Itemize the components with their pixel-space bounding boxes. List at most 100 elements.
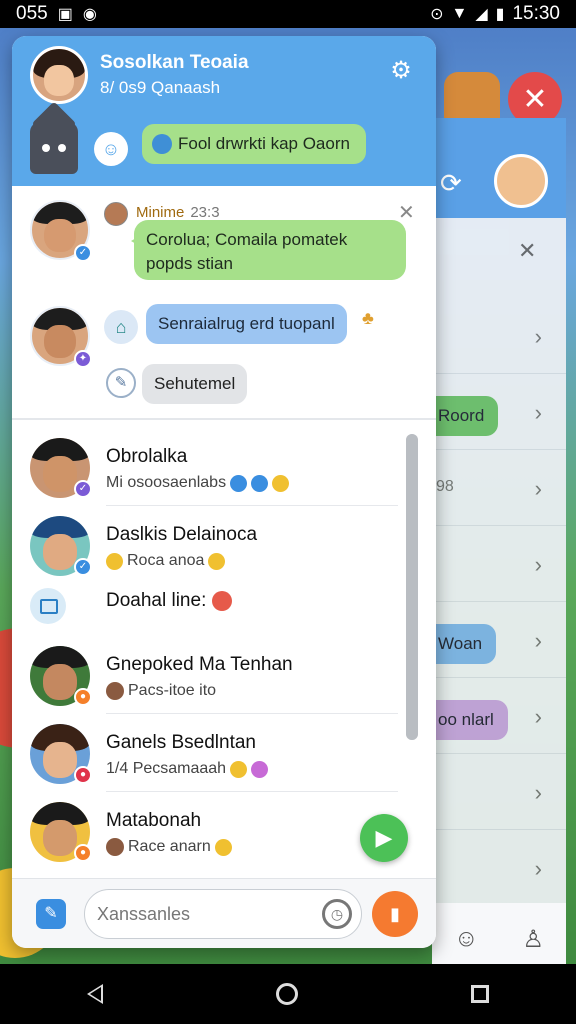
list-item[interactable]: ● Matabonah Race anarn <box>12 792 412 870</box>
message-bubble[interactable]: Corolua; Comaila pomatek popds stian <box>131 220 406 280</box>
emoji-icon <box>272 474 290 492</box>
system-nav-bar <box>0 964 576 1024</box>
chat-area: ✓ Minime 23:3 ✕ Corolua; Comaila pomatek … <box>12 186 436 418</box>
message-bubble[interactable]: Senraialrug erd tuopanl <box>146 304 347 344</box>
sender-name: Minime <box>136 204 185 221</box>
emoji-icon <box>208 552 226 570</box>
composer-bar: ✎ ◷ ▮ <box>12 878 436 948</box>
list-item[interactable]: ● Gnepoked Ma Tenhan Pacs-itoe ito <box>12 636 412 714</box>
bg-row[interactable]: Roord › <box>432 374 566 450</box>
badge-icon: ✦ <box>74 350 92 368</box>
chevron-right-icon: › <box>534 324 542 349</box>
bg-row[interactable]: › <box>432 526 566 602</box>
emoji-icon <box>251 474 269 492</box>
bg-row[interactable]: › <box>432 298 566 374</box>
home-icon: ⌂ <box>104 310 138 344</box>
chevron-right-icon: › <box>534 476 542 501</box>
contact-preview: Mi osoosaenlabs <box>106 474 290 492</box>
status-bar: 055 ▣ ◉ ⊙ ▼ ◢ ▮ 15:30 <box>0 0 576 28</box>
list-item[interactable]: ● Ganels Bsedlntan 1/4 Pecsamaaah <box>12 714 412 792</box>
badge-icon: ✓ <box>74 480 92 498</box>
home-icon[interactable] <box>275 983 298 1005</box>
message-input[interactable] <box>84 889 362 939</box>
chat-card: Sosolkan Teoaia 8/ 0s9 Qanaash ⚙ ☺ Fool … <box>12 36 436 948</box>
header-subtitle: 8/ 0s9 Qanaash <box>100 78 221 97</box>
contact-name: Matabonah <box>106 810 202 831</box>
close-icon[interactable]: ✕ <box>398 200 415 225</box>
bot-house-icon <box>30 122 78 174</box>
chevron-right-icon: › <box>534 704 542 729</box>
bg-pill: Woan <box>432 624 497 664</box>
contact-name: Doahal line: <box>106 590 233 612</box>
chevron-right-icon: › <box>534 856 542 881</box>
send-button[interactable]: ▮ <box>372 891 418 937</box>
avatar <box>106 838 124 856</box>
compose-icon[interactable]: ✎ <box>36 899 66 929</box>
scrollbar-thumb[interactable] <box>406 434 418 740</box>
message-bubble[interactable]: Sehutemel <box>142 364 248 404</box>
avatar <box>104 202 128 226</box>
bg-list-panel: ✕ › Roord › 98 › › Woan › oo nlarl › › › <box>432 218 566 958</box>
contact-name: Daslkis Delainoca <box>106 524 258 545</box>
avatar[interactable] <box>30 46 88 104</box>
user-icon[interactable]: ♙ <box>522 925 544 954</box>
sticker-icon[interactable]: ☺ <box>454 925 479 953</box>
avatar <box>106 682 124 700</box>
back-icon[interactable] <box>86 984 103 1004</box>
bg-bottom-bar: ☺ ♙ <box>432 903 566 964</box>
bg-row[interactable]: 98 › <box>432 450 566 526</box>
message-time: 23:3 <box>190 204 220 221</box>
contact-preview: 1/4 Pecsamaaah <box>106 760 269 778</box>
message-sender: Minime 23:3 <box>136 204 220 221</box>
bg-pill: oo nlarl <box>432 700 508 740</box>
badge-icon: ● <box>74 688 92 706</box>
emoji-icon <box>214 838 232 856</box>
verified-icon: ✓ <box>74 244 92 262</box>
contact-name: Obrolalka <box>106 446 188 467</box>
status-left-text: 055 <box>16 3 48 24</box>
bg-row[interactable]: Woan › <box>432 602 566 678</box>
bot-face-icon: ☺ <box>94 132 128 166</box>
globe-icon <box>152 134 172 154</box>
contact-preview: Pacs-itoe ito <box>106 682 216 700</box>
reaction-icon[interactable]: ♣ <box>362 308 374 329</box>
bg-row[interactable]: › <box>432 830 566 906</box>
avatar[interactable] <box>494 154 548 208</box>
contact-name: Ganels Bsedlntan <box>106 732 256 753</box>
edit-icon: ✎ <box>106 368 136 398</box>
wifi-icon: ▼ <box>451 5 468 22</box>
clock-icon[interactable]: ◷ <box>322 899 352 929</box>
status-time: 15:30 <box>512 3 560 24</box>
close-icon[interactable]: ✕ <box>518 238 536 264</box>
bg-pill: Roord <box>432 396 499 436</box>
bg-number: 98 <box>436 478 454 495</box>
gallery-icon: ▣ <box>57 6 73 23</box>
play-button[interactable]: ▶ <box>360 814 408 862</box>
chevron-right-icon: › <box>534 780 542 805</box>
emoji-icon <box>230 760 248 778</box>
emoji-icon <box>251 760 269 778</box>
list-item[interactable]: ✓ Obrolalka Mi osoosaenlabs <box>12 428 412 506</box>
recent-apps-icon[interactable] <box>471 985 490 1003</box>
chevron-right-icon: › <box>534 628 542 653</box>
bot-message-text: Fool drwrkti kap Oaorn <box>178 134 350 153</box>
settings-icon[interactable]: ⚙ <box>386 56 416 86</box>
refresh-icon[interactable]: ⟳ <box>440 168 462 199</box>
bot-message-bubble: Fool drwrkti kap Oaorn <box>142 124 366 164</box>
bg-row[interactable]: oo nlarl › <box>432 678 566 754</box>
contact-list: ✓ Obrolalka Mi osoosaenlabs ✓ Daslkis De… <box>12 420 436 876</box>
location-icon: ⊙ <box>430 6 444 23</box>
contact-preview: Race anarn <box>106 838 232 856</box>
emoji-icon <box>212 591 233 611</box>
scrollbar[interactable] <box>406 434 418 740</box>
emoji-icon <box>230 474 248 492</box>
chevron-right-icon: › <box>534 552 542 577</box>
app-icon: ◉ <box>82 6 97 23</box>
chat-header: Sosolkan Teoaia 8/ 0s9 Qanaash ⚙ ☺ Fool … <box>12 36 436 186</box>
list-item[interactable]: Doahal line: <box>12 570 412 630</box>
badge-icon: ● <box>74 844 92 862</box>
contact-name: Gnepoked Ma Tenhan <box>106 654 293 675</box>
chevron-right-icon: › <box>534 400 542 425</box>
battery-icon: ▮ <box>495 6 505 23</box>
bg-row[interactable]: › <box>432 754 566 830</box>
